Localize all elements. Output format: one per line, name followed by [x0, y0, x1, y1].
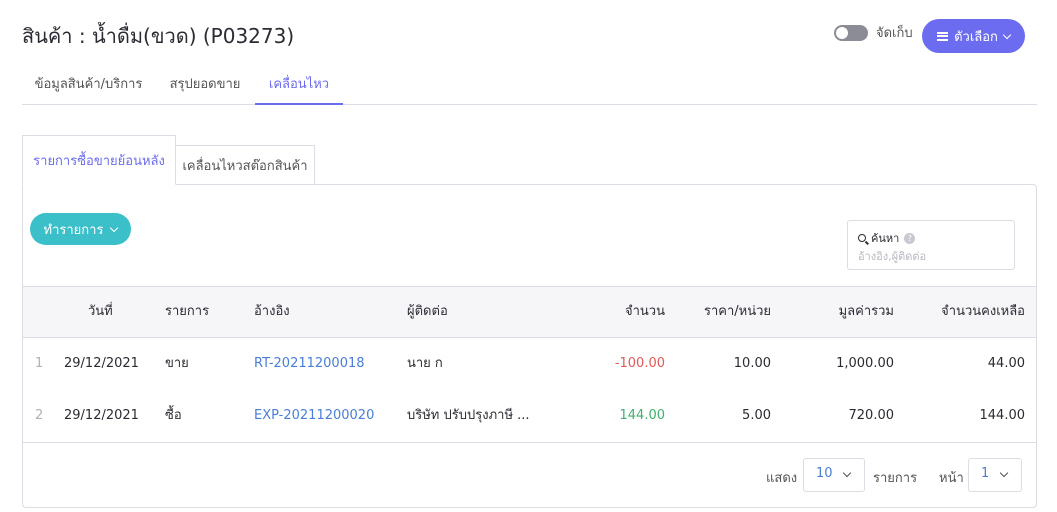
- top-tabs: ข้อมูลสินค้า/บริการ สรุปยอดขาย เคลื่อนไห…: [22, 70, 1037, 105]
- search-label-row: ค้นหา ?: [858, 229, 916, 247]
- row-total: 1,000.00: [836, 356, 894, 371]
- chevron-down-icon: [110, 223, 119, 232]
- header-date[interactable]: วันที่: [88, 287, 113, 337]
- table-row[interactable]: 1 29/12/2021 ขาย RT-20211200018 นาย ก -1…: [23, 338, 1036, 390]
- items-label: รายการ: [873, 471, 918, 486]
- row-remaining: 44.00: [987, 356, 1025, 371]
- tab-product-info[interactable]: ข้อมูลสินค้า/บริการ: [22, 70, 155, 105]
- search-box: ค้นหา ?: [847, 220, 1015, 270]
- header-qty[interactable]: จำนวน: [563, 287, 665, 337]
- transactions-panel: ทำรายการ ค้นหา ? วันที่ รายการ อ้างอิง ผ…: [22, 184, 1037, 508]
- row-qty: 144.00: [619, 408, 666, 423]
- header-unit-price[interactable]: ราคา/หน่วย: [671, 287, 771, 337]
- page-value: 1: [981, 466, 990, 481]
- action-button[interactable]: ทำรายการ: [30, 213, 131, 245]
- tab-movement[interactable]: เคลื่อนไหว: [255, 70, 343, 105]
- row-index: 1: [35, 356, 44, 371]
- show-label: แสดง: [766, 471, 798, 486]
- tab-sales-summary[interactable]: สรุปยอดขาย: [155, 70, 255, 105]
- chevron-down-icon: [1002, 30, 1012, 39]
- row-unit-price: 10.00: [733, 356, 771, 371]
- search-icon: [858, 234, 866, 242]
- row-date: 29/12/2021: [64, 408, 139, 423]
- page-size-value: 10: [816, 466, 833, 481]
- header-item[interactable]: รายการ: [165, 287, 209, 337]
- page-size-select[interactable]: 10: [803, 458, 865, 492]
- header-ref[interactable]: อ้างอิง: [254, 287, 290, 337]
- row-date: 29/12/2021: [64, 356, 139, 371]
- page-header: สินค้า : น้ำดื่ม(ขวด) (P03273) จัดเก็บ ต…: [0, 0, 1057, 70]
- page-label: หน้า: [939, 471, 964, 486]
- row-total: 720.00: [848, 408, 895, 423]
- header-remaining[interactable]: จำนวนคงเหลือ: [905, 287, 1025, 337]
- row-index: 2: [35, 408, 44, 423]
- row-item: ขาย: [165, 356, 189, 371]
- table-row[interactable]: 2 29/12/2021 ซื้อ EXP-20211200020 บริษัท…: [23, 390, 1036, 442]
- search-label: ค้นหา: [871, 232, 900, 245]
- options-button[interactable]: ตัวเลือก: [922, 19, 1025, 53]
- menu-icon: [937, 31, 949, 41]
- tab-transaction-history[interactable]: รายการซื้อขายย้อนหลัง: [22, 135, 176, 185]
- page-select[interactable]: 1: [968, 458, 1022, 492]
- row-contact: นาย ก: [407, 356, 443, 371]
- row-qty: -100.00: [614, 356, 665, 371]
- help-icon[interactable]: ?: [904, 232, 916, 244]
- tab-stock-movement[interactable]: เคลื่อนไหวสต๊อกสินค้า: [175, 145, 315, 185]
- action-label: ทำรายการ: [43, 222, 104, 238]
- search-input[interactable]: [858, 247, 1004, 265]
- header-total[interactable]: มูลค่ารวม: [783, 287, 894, 337]
- row-remaining: 144.00: [979, 408, 1026, 423]
- row-contact: บริษัท ปรับปรุงภาษี ...: [407, 408, 530, 423]
- archive-toggle[interactable]: [834, 24, 868, 41]
- header-contact[interactable]: ผู้ติดต่อ: [407, 287, 448, 337]
- table-header: วันที่ รายการ อ้างอิง ผู้ติดต่อ จำนวน รา…: [23, 286, 1036, 338]
- archive-control: จัดเก็บ: [834, 22, 913, 43]
- pagination-bar: แสดง 10 รายการ หน้า 1: [23, 442, 1036, 508]
- row-item: ซื้อ: [165, 408, 182, 423]
- row-ref-link[interactable]: RT-20211200018: [254, 338, 365, 390]
- archive-label: จัดเก็บ: [876, 26, 913, 41]
- page-title: สินค้า : น้ำดื่ม(ขวด) (P03273): [22, 24, 295, 48]
- options-label: ตัวเลือก: [954, 29, 998, 45]
- chevron-down-icon: [999, 468, 1009, 478]
- row-unit-price: 5.00: [742, 408, 771, 423]
- chevron-down-icon: [842, 468, 852, 478]
- row-ref-link[interactable]: EXP-20211200020: [254, 390, 374, 442]
